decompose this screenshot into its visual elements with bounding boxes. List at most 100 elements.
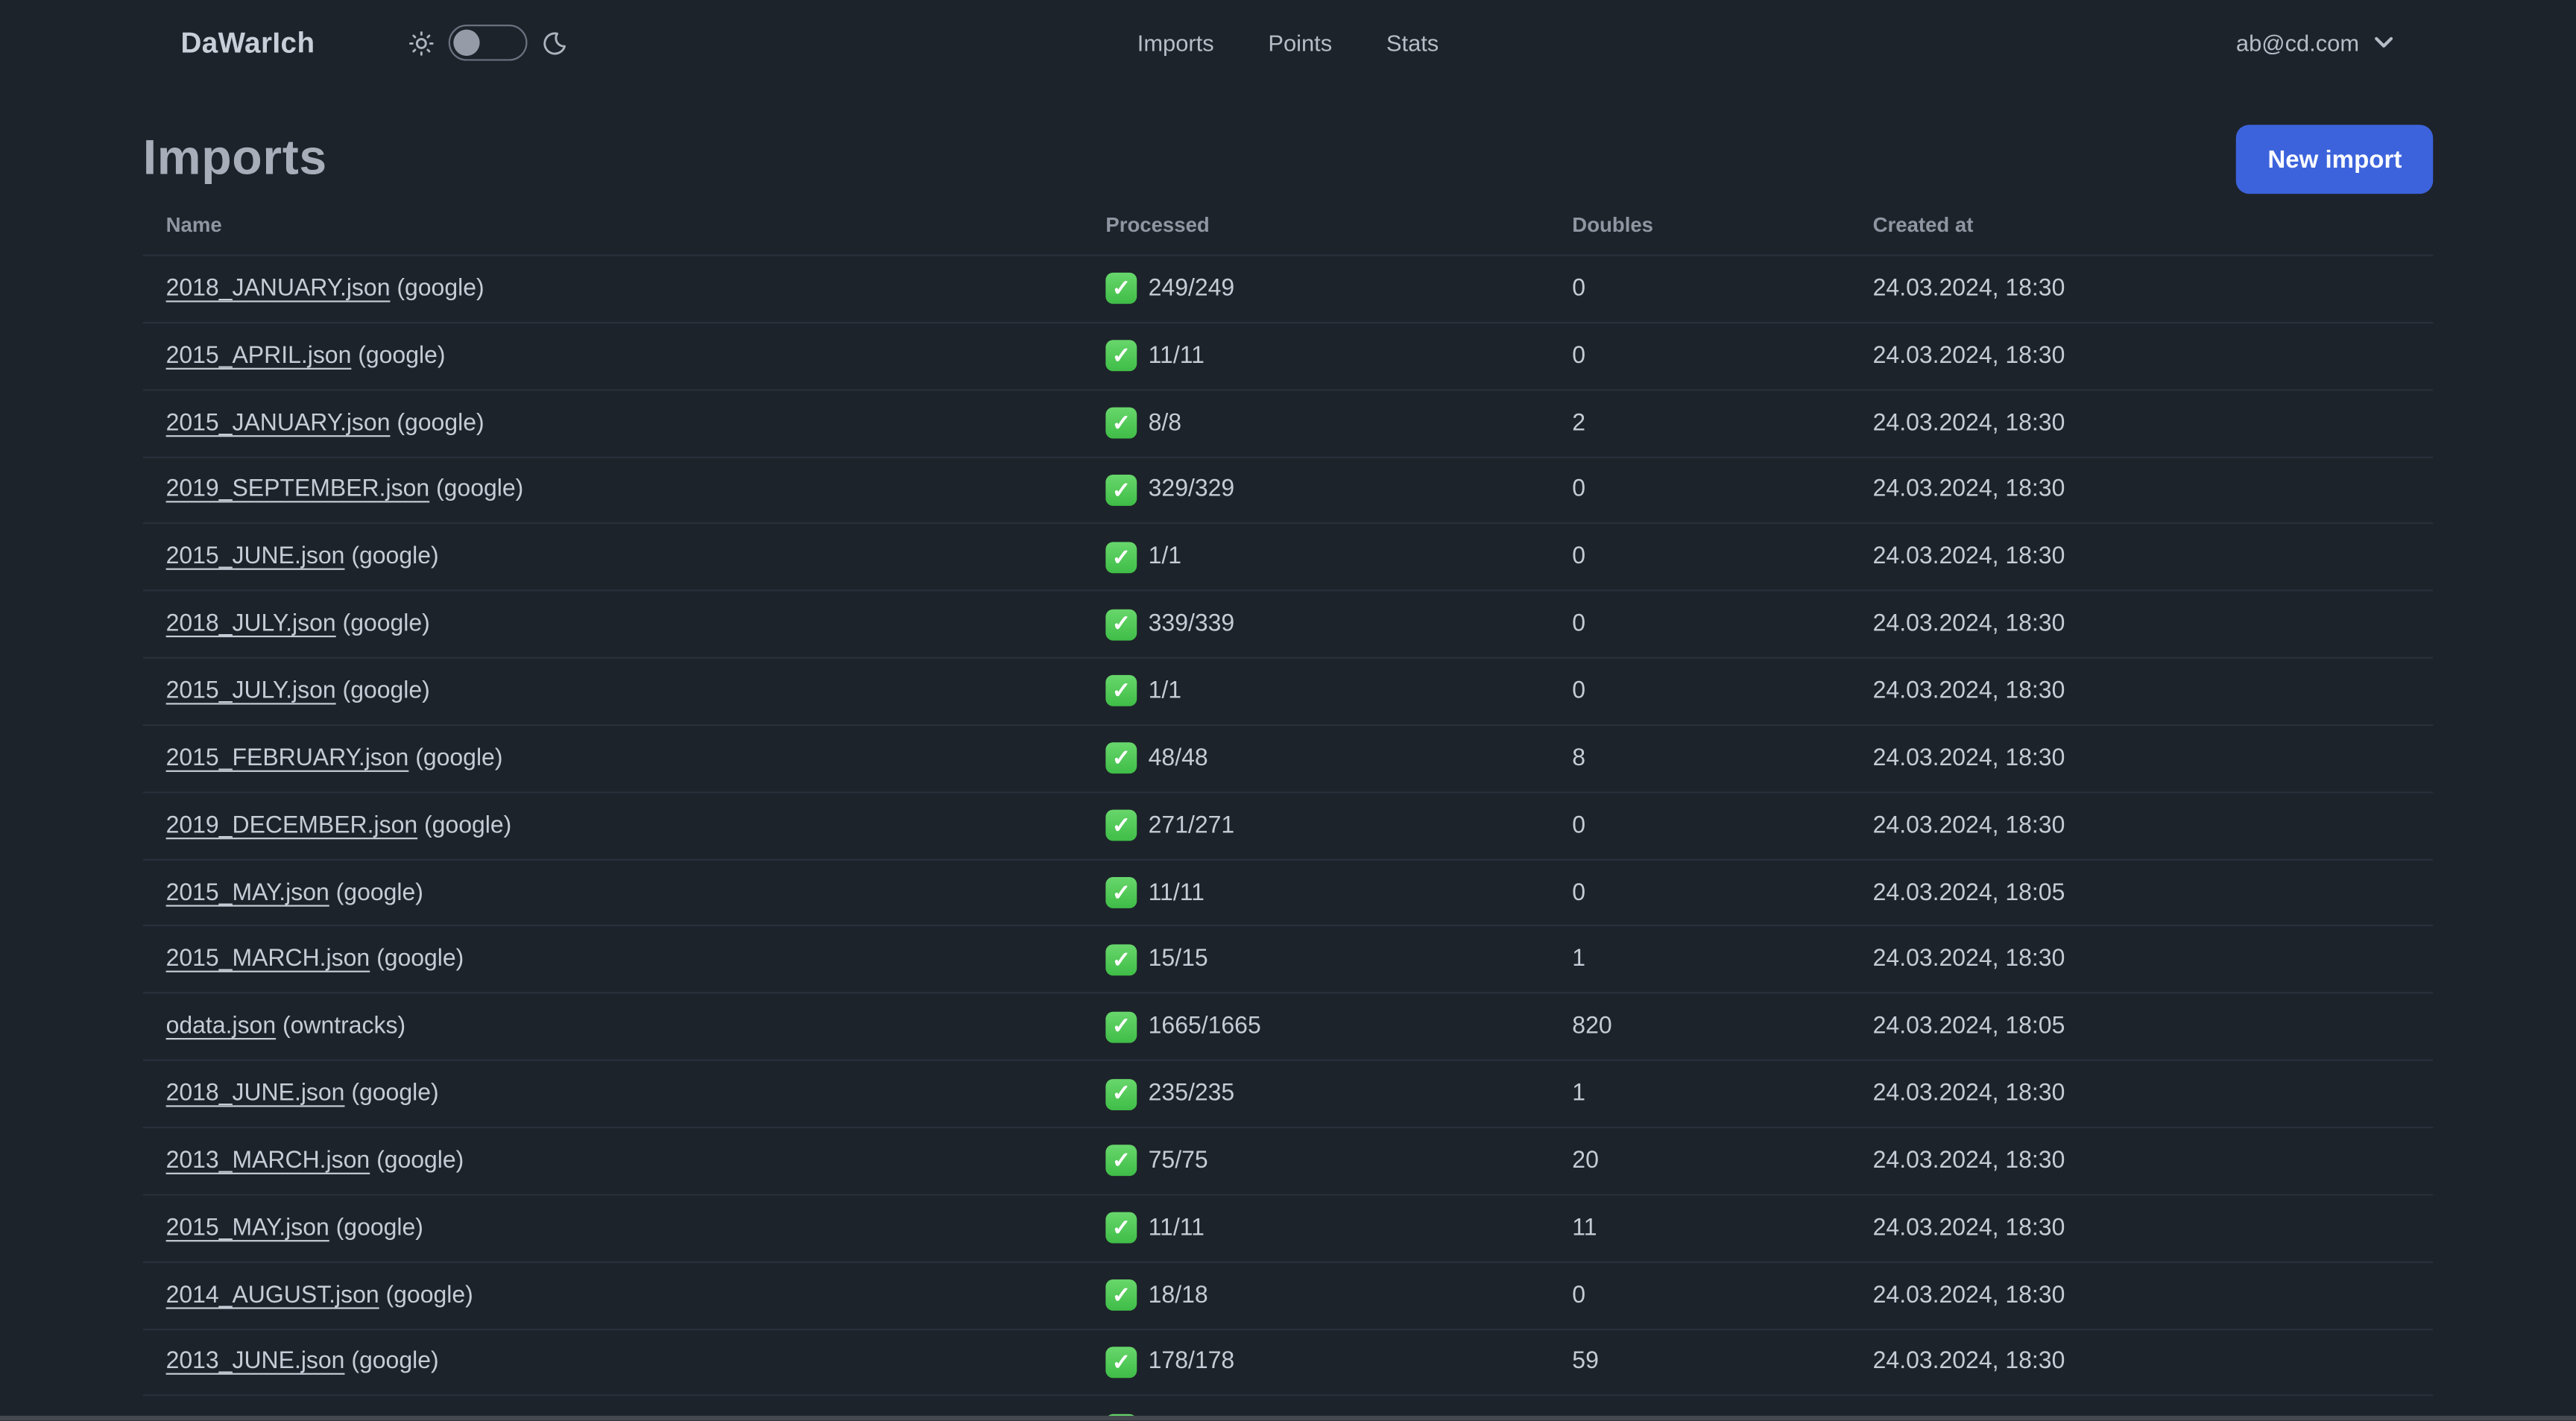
- app-window: DaWarIch Imports Points Stats ab@cd.com …: [0, 0, 2576, 1421]
- file-link[interactable]: odata.json: [166, 1013, 277, 1039]
- created-at-cell: 24.03.2024, 18:30: [1872, 1282, 2065, 1308]
- theme-toggle-switch[interactable]: [447, 25, 527, 61]
- name-cell: 2018_JUNE.json (google): [143, 1080, 1106, 1107]
- doubles-cell: 8: [1572, 745, 1586, 772]
- created-at-cell: 24.03.2024, 18:30: [1872, 611, 2065, 638]
- processed-count: 178/178: [1148, 1349, 1235, 1376]
- file-source: (google): [351, 343, 446, 370]
- file-link[interactable]: 2015_MAY.json: [166, 879, 329, 905]
- file-link[interactable]: 2015_JUNE.json: [166, 544, 345, 570]
- moon-icon: [543, 31, 566, 54]
- success-check-icon: ✓: [1105, 1078, 1137, 1110]
- doubles-cell: 59: [1572, 1349, 1599, 1376]
- page-title: Imports: [142, 131, 327, 186]
- column-header-name: Name: [165, 212, 222, 236]
- created-at-cell: 24.03.2024, 18:30: [1872, 812, 2065, 839]
- processed-cell: ✓ 235/235: [1105, 1078, 1572, 1110]
- table-body: 2018_JANUARY.json (google) ✓ 249/249 0 2…: [142, 254, 2434, 1421]
- name-cell: 2015_MARCH.json (google): [143, 946, 1106, 972]
- processed-count: 1/1: [1148, 544, 1182, 571]
- doubles-cell: 0: [1572, 544, 1586, 571]
- created-at-cell: 24.03.2024, 18:30: [1872, 343, 2065, 370]
- file-link[interactable]: 2015_FEBRUARY.json: [166, 745, 409, 771]
- file-link[interactable]: 2013_JUNE.json: [166, 1349, 345, 1375]
- processed-count: 339/339: [1148, 611, 1235, 638]
- processed-cell: ✓ 11/11: [1105, 340, 1572, 372]
- file-source: (google): [390, 276, 484, 303]
- doubles-cell: 1: [1572, 1080, 1586, 1107]
- imports-page: Imports New import Name Processed Double…: [142, 124, 2434, 1421]
- nav-link-imports[interactable]: Imports: [1137, 30, 1214, 56]
- success-check-icon: ✓: [1105, 474, 1137, 506]
- file-source: (google): [379, 1282, 473, 1308]
- app-logo[interactable]: DaWarIch: [180, 25, 315, 60]
- doubles-cell: 2: [1572, 410, 1586, 437]
- name-cell: 2015_MAY.json (google): [143, 879, 1106, 905]
- file-source: (google): [408, 745, 503, 772]
- file-link[interactable]: 2015_JULY.json: [166, 678, 336, 704]
- new-import-button[interactable]: New import: [2236, 124, 2434, 194]
- created-at-cell: 24.03.2024, 18:30: [1872, 410, 2065, 437]
- name-cell: 2013_MARCH.json (google): [143, 1148, 1106, 1174]
- processed-count: 15/15: [1148, 946, 1208, 973]
- processed-cell: ✓ 1/1: [1105, 541, 1572, 573]
- nav-link-stats[interactable]: Stats: [1386, 30, 1439, 56]
- created-at-cell: 24.03.2024, 18:30: [1872, 1148, 2065, 1174]
- created-at-cell: 24.03.2024, 18:30: [1872, 477, 2065, 504]
- table-row: 2015_JUNE.json (google) ✓ 1/1 0 24.03.20…: [142, 522, 2434, 590]
- file-link[interactable]: 2018_JANUARY.json: [166, 276, 391, 302]
- file-link[interactable]: 2019_DECEMBER.json: [166, 812, 418, 838]
- doubles-cell: 0: [1572, 276, 1586, 303]
- file-source: (google): [329, 879, 423, 906]
- file-source: (google): [417, 812, 512, 839]
- doubles-cell: 1: [1572, 946, 1586, 973]
- file-link[interactable]: 2018_JUNE.json: [166, 1080, 345, 1107]
- created-at-cell: 24.03.2024, 18:30: [1872, 1349, 2065, 1376]
- processed-count: 329/329: [1148, 477, 1235, 504]
- success-check-icon: ✓: [1105, 407, 1137, 439]
- file-link[interactable]: 2015_APRIL.json: [166, 343, 352, 369]
- table-row: 2015_JULY.json (google) ✓ 1/1 0 24.03.20…: [142, 656, 2434, 724]
- name-cell: 2015_JUNE.json (google): [143, 544, 1106, 570]
- account-menu[interactable]: ab@cd.com: [2236, 30, 2393, 56]
- file-link[interactable]: 2018_JULY.json: [166, 611, 336, 637]
- file-link[interactable]: 2015_MARCH.json: [166, 946, 370, 972]
- processed-cell: ✓ 271/271: [1105, 809, 1572, 841]
- doubles-cell: 0: [1572, 1282, 1586, 1308]
- created-at-cell: 24.03.2024, 18:05: [1872, 1013, 2065, 1040]
- table-row: 2015_JANUARY.json (google) ✓ 8/8 2 24.03…: [142, 388, 2434, 456]
- name-cell: 2018_JULY.json (google): [143, 611, 1106, 637]
- success-check-icon: ✓: [1105, 809, 1137, 841]
- success-check-icon: ✓: [1105, 944, 1137, 975]
- file-link[interactable]: 2015_MAY.json: [166, 1215, 329, 1241]
- imports-table: Name Processed Doubles Created at 2018_J…: [142, 194, 2434, 1421]
- file-link[interactable]: 2014_AUGUST.json: [166, 1282, 379, 1308]
- processed-count: 249/249: [1148, 276, 1235, 303]
- file-link[interactable]: 2019_SEPTEMBER.json: [166, 477, 430, 503]
- processed-cell: ✓ 11/11: [1105, 877, 1572, 908]
- created-at-cell: 24.03.2024, 18:30: [1872, 1215, 2065, 1241]
- processed-cell: ✓ 48/48: [1105, 742, 1572, 774]
- table-row: odata.json (owntracks) ✓ 1665/1665 820 2…: [142, 992, 2434, 1060]
- table-header-row: Name Processed Doubles Created at: [143, 194, 2433, 255]
- table-row: 2019_DECEMBER.json (google) ✓ 271/271 0 …: [142, 791, 2434, 858]
- name-cell: 2019_DECEMBER.json (google): [143, 812, 1106, 838]
- processed-count: 271/271: [1148, 812, 1235, 839]
- column-header-created-at: Created at: [1872, 212, 1974, 236]
- processed-cell: ✓ 1/1: [1105, 675, 1572, 707]
- file-source: (google): [344, 544, 439, 571]
- table-row: 2015_FEBRUARY.json (google) ✓ 48/48 8 24…: [142, 724, 2434, 791]
- file-source: (google): [335, 678, 430, 705]
- success-check-icon: ✓: [1105, 340, 1137, 372]
- doubles-cell: 11: [1572, 1215, 1597, 1241]
- processed-cell: ✓ 1665/1665: [1105, 1011, 1572, 1042]
- file-link[interactable]: 2015_JANUARY.json: [166, 410, 391, 436]
- file-link[interactable]: 2013_MARCH.json: [166, 1148, 370, 1174]
- nav-link-points[interactable]: Points: [1268, 30, 1332, 56]
- table-row: 2018_JULY.json (google) ✓ 339/339 0 24.0…: [142, 589, 2434, 657]
- file-source: (google): [429, 477, 524, 504]
- column-header-doubles: Doubles: [1572, 212, 1653, 236]
- table-row: 2013_MARCH.json (google) ✓ 75/75 20 24.0…: [142, 1126, 2434, 1194]
- processed-count: 235/235: [1148, 1080, 1235, 1107]
- processed-count: 1665/1665: [1148, 1013, 1261, 1040]
